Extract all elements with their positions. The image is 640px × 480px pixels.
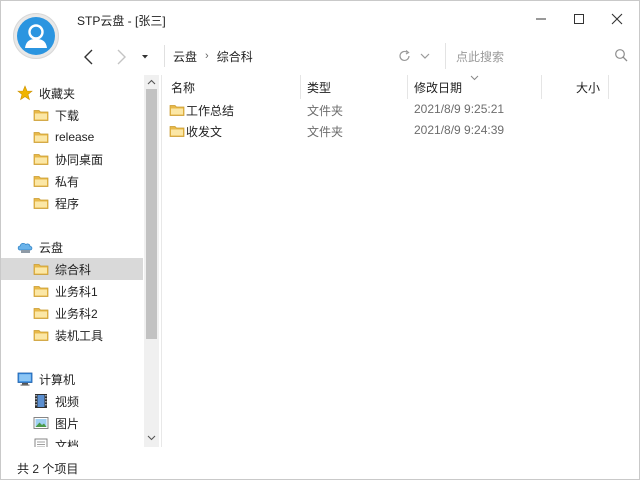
search-box[interactable]: 点此搜索 <box>445 43 638 69</box>
sidebar-item-videos[interactable]: 视频 <box>1 390 143 412</box>
sidebar-item-pictures[interactable]: 图片 <box>1 412 143 434</box>
file-name: 工作总结 <box>186 104 235 118</box>
folder-icon <box>33 286 49 297</box>
folder-icon <box>33 154 49 165</box>
search-icon[interactable] <box>614 48 628 62</box>
document-icon <box>34 438 48 447</box>
computer-icon <box>17 372 33 386</box>
video-icon <box>35 394 47 408</box>
sidebar-group-cloud[interactable]: 云盘 <box>17 236 159 258</box>
picture-icon <box>33 417 49 429</box>
user-icon <box>17 17 55 55</box>
sidebar-item-release[interactable]: release <box>1 126 143 148</box>
close-button[interactable] <box>601 5 633 33</box>
user-avatar[interactable] <box>13 13 59 59</box>
folder-icon <box>33 176 49 187</box>
sidebar-item-label: release <box>55 130 95 144</box>
navigation-pane: 收藏夹 下载 release 协同桌面 私有 程序 云盘 综合科 业务科1 业务… <box>1 75 162 447</box>
folder-icon <box>169 126 185 137</box>
cloud-drive-icon <box>17 242 33 253</box>
column-header-label: 修改日期 <box>414 80 463 95</box>
file-modified: 2021/8/9 9:25:21 <box>414 102 505 116</box>
forward-arrow-icon <box>117 49 126 65</box>
sidebar-item-private[interactable]: 私有 <box>1 170 143 192</box>
sort-indicator-icon <box>470 75 479 81</box>
sidebar-item-label: 协同桌面 <box>55 152 104 167</box>
sidebar-item-label: 文档 <box>55 438 80 448</box>
scroll-down-icon[interactable] <box>146 432 157 444</box>
sidebar-item-general-dept[interactable]: 综合科 <box>1 258 143 280</box>
folder-icon <box>33 110 49 121</box>
close-icon <box>611 13 623 25</box>
column-divider[interactable] <box>407 75 408 99</box>
scrollbar-thumb[interactable] <box>146 89 157 339</box>
sidebar-item-label: 私有 <box>55 174 80 189</box>
folder-icon <box>33 132 49 143</box>
file-row[interactable]: 收发文 文件夹 2021/8/9 9:24:39 <box>162 120 632 141</box>
file-list: 名称 类型 修改日期 大小 工作总结 文件夹 2021/8/9 9:25:21 … <box>162 75 639 447</box>
column-header-size[interactable]: 大小 <box>542 75 600 99</box>
history-dropdown-button[interactable] <box>133 45 157 69</box>
column-header-name[interactable]: 名称 <box>171 75 301 99</box>
sidebar-scrollbar[interactable] <box>144 75 159 447</box>
back-button[interactable] <box>77 45 101 69</box>
sidebar-group-label: 云盘 <box>39 240 64 255</box>
sidebar-item-downloads[interactable]: 下载 <box>1 104 143 126</box>
column-header-label: 名称 <box>171 80 196 95</box>
sidebar-item-label: 业务科2 <box>55 306 98 321</box>
back-arrow-icon <box>84 49 93 65</box>
window-title: STP云盘 - [张三] <box>77 14 166 28</box>
column-header-label: 类型 <box>307 80 332 95</box>
sidebar-item-label: 程序 <box>55 196 80 211</box>
folder-icon <box>33 330 49 341</box>
scroll-up-icon[interactable] <box>146 76 157 88</box>
forward-button[interactable] <box>109 45 133 69</box>
file-row[interactable]: 工作总结 文件夹 2021/8/9 9:25:21 <box>162 99 632 120</box>
sidebar-item-business-dept-2[interactable]: 业务科2 <box>1 302 143 324</box>
sidebar-item-label: 装机工具 <box>55 328 104 343</box>
folder-icon <box>33 264 49 275</box>
minimize-button[interactable] <box>525 5 557 33</box>
sidebar-item-label: 图片 <box>55 416 80 431</box>
maximize-button[interactable] <box>563 5 595 33</box>
file-modified: 2021/8/9 9:24:39 <box>414 123 505 137</box>
minimize-icon <box>536 18 546 20</box>
column-header-type[interactable]: 类型 <box>307 75 407 99</box>
file-name: 收发文 <box>186 125 223 139</box>
sidebar-item-programs[interactable]: 程序 <box>1 192 143 214</box>
explorer-window: STP云盘 - [张三] 云盘 › 综合科 点此搜索 收藏夹 下载 releas… <box>0 0 640 480</box>
column-divider[interactable] <box>608 75 609 99</box>
file-type: 文件夹 <box>307 104 344 118</box>
chevron-down-icon <box>420 53 430 59</box>
star-icon <box>17 85 33 101</box>
sidebar-item-label: 综合科 <box>55 262 92 277</box>
sidebar-item-label: 下载 <box>55 108 80 123</box>
breadcrumb-separator-icon: › <box>205 50 209 62</box>
status-bar-text: 共 2 个项目 <box>17 462 79 476</box>
file-type: 文件夹 <box>307 125 344 139</box>
sidebar-item-label: 业务科1 <box>55 284 98 299</box>
sidebar-group-label: 收藏夹 <box>39 86 76 101</box>
sidebar-item-documents[interactable]: 文档 <box>1 434 143 447</box>
sidebar-item-shared-desktop[interactable]: 协同桌面 <box>1 148 143 170</box>
refresh-icon <box>399 50 410 62</box>
sidebar-item-label: 视频 <box>55 394 80 409</box>
dropdown-arrow-icon <box>142 55 148 59</box>
folder-icon <box>33 198 49 209</box>
address-dropdown-button[interactable] <box>413 44 437 68</box>
folder-icon <box>169 105 185 116</box>
breadcrumb-item[interactable]: 云盘 <box>173 48 197 65</box>
sidebar-group-favorites[interactable]: 收藏夹 <box>17 82 159 104</box>
sidebar-item-install-tools[interactable]: 装机工具 <box>1 324 143 346</box>
maximize-icon <box>574 14 584 24</box>
column-divider[interactable] <box>300 75 301 99</box>
search-placeholder: 点此搜索 <box>456 50 505 64</box>
sidebar-group-label: 计算机 <box>39 372 76 387</box>
breadcrumb-item[interactable]: 综合科 <box>217 48 253 65</box>
column-header-label: 大小 <box>575 80 600 95</box>
folder-icon <box>33 308 49 319</box>
sidebar-item-business-dept-1[interactable]: 业务科1 <box>1 280 143 302</box>
sidebar-group-computer[interactable]: 计算机 <box>17 368 159 390</box>
